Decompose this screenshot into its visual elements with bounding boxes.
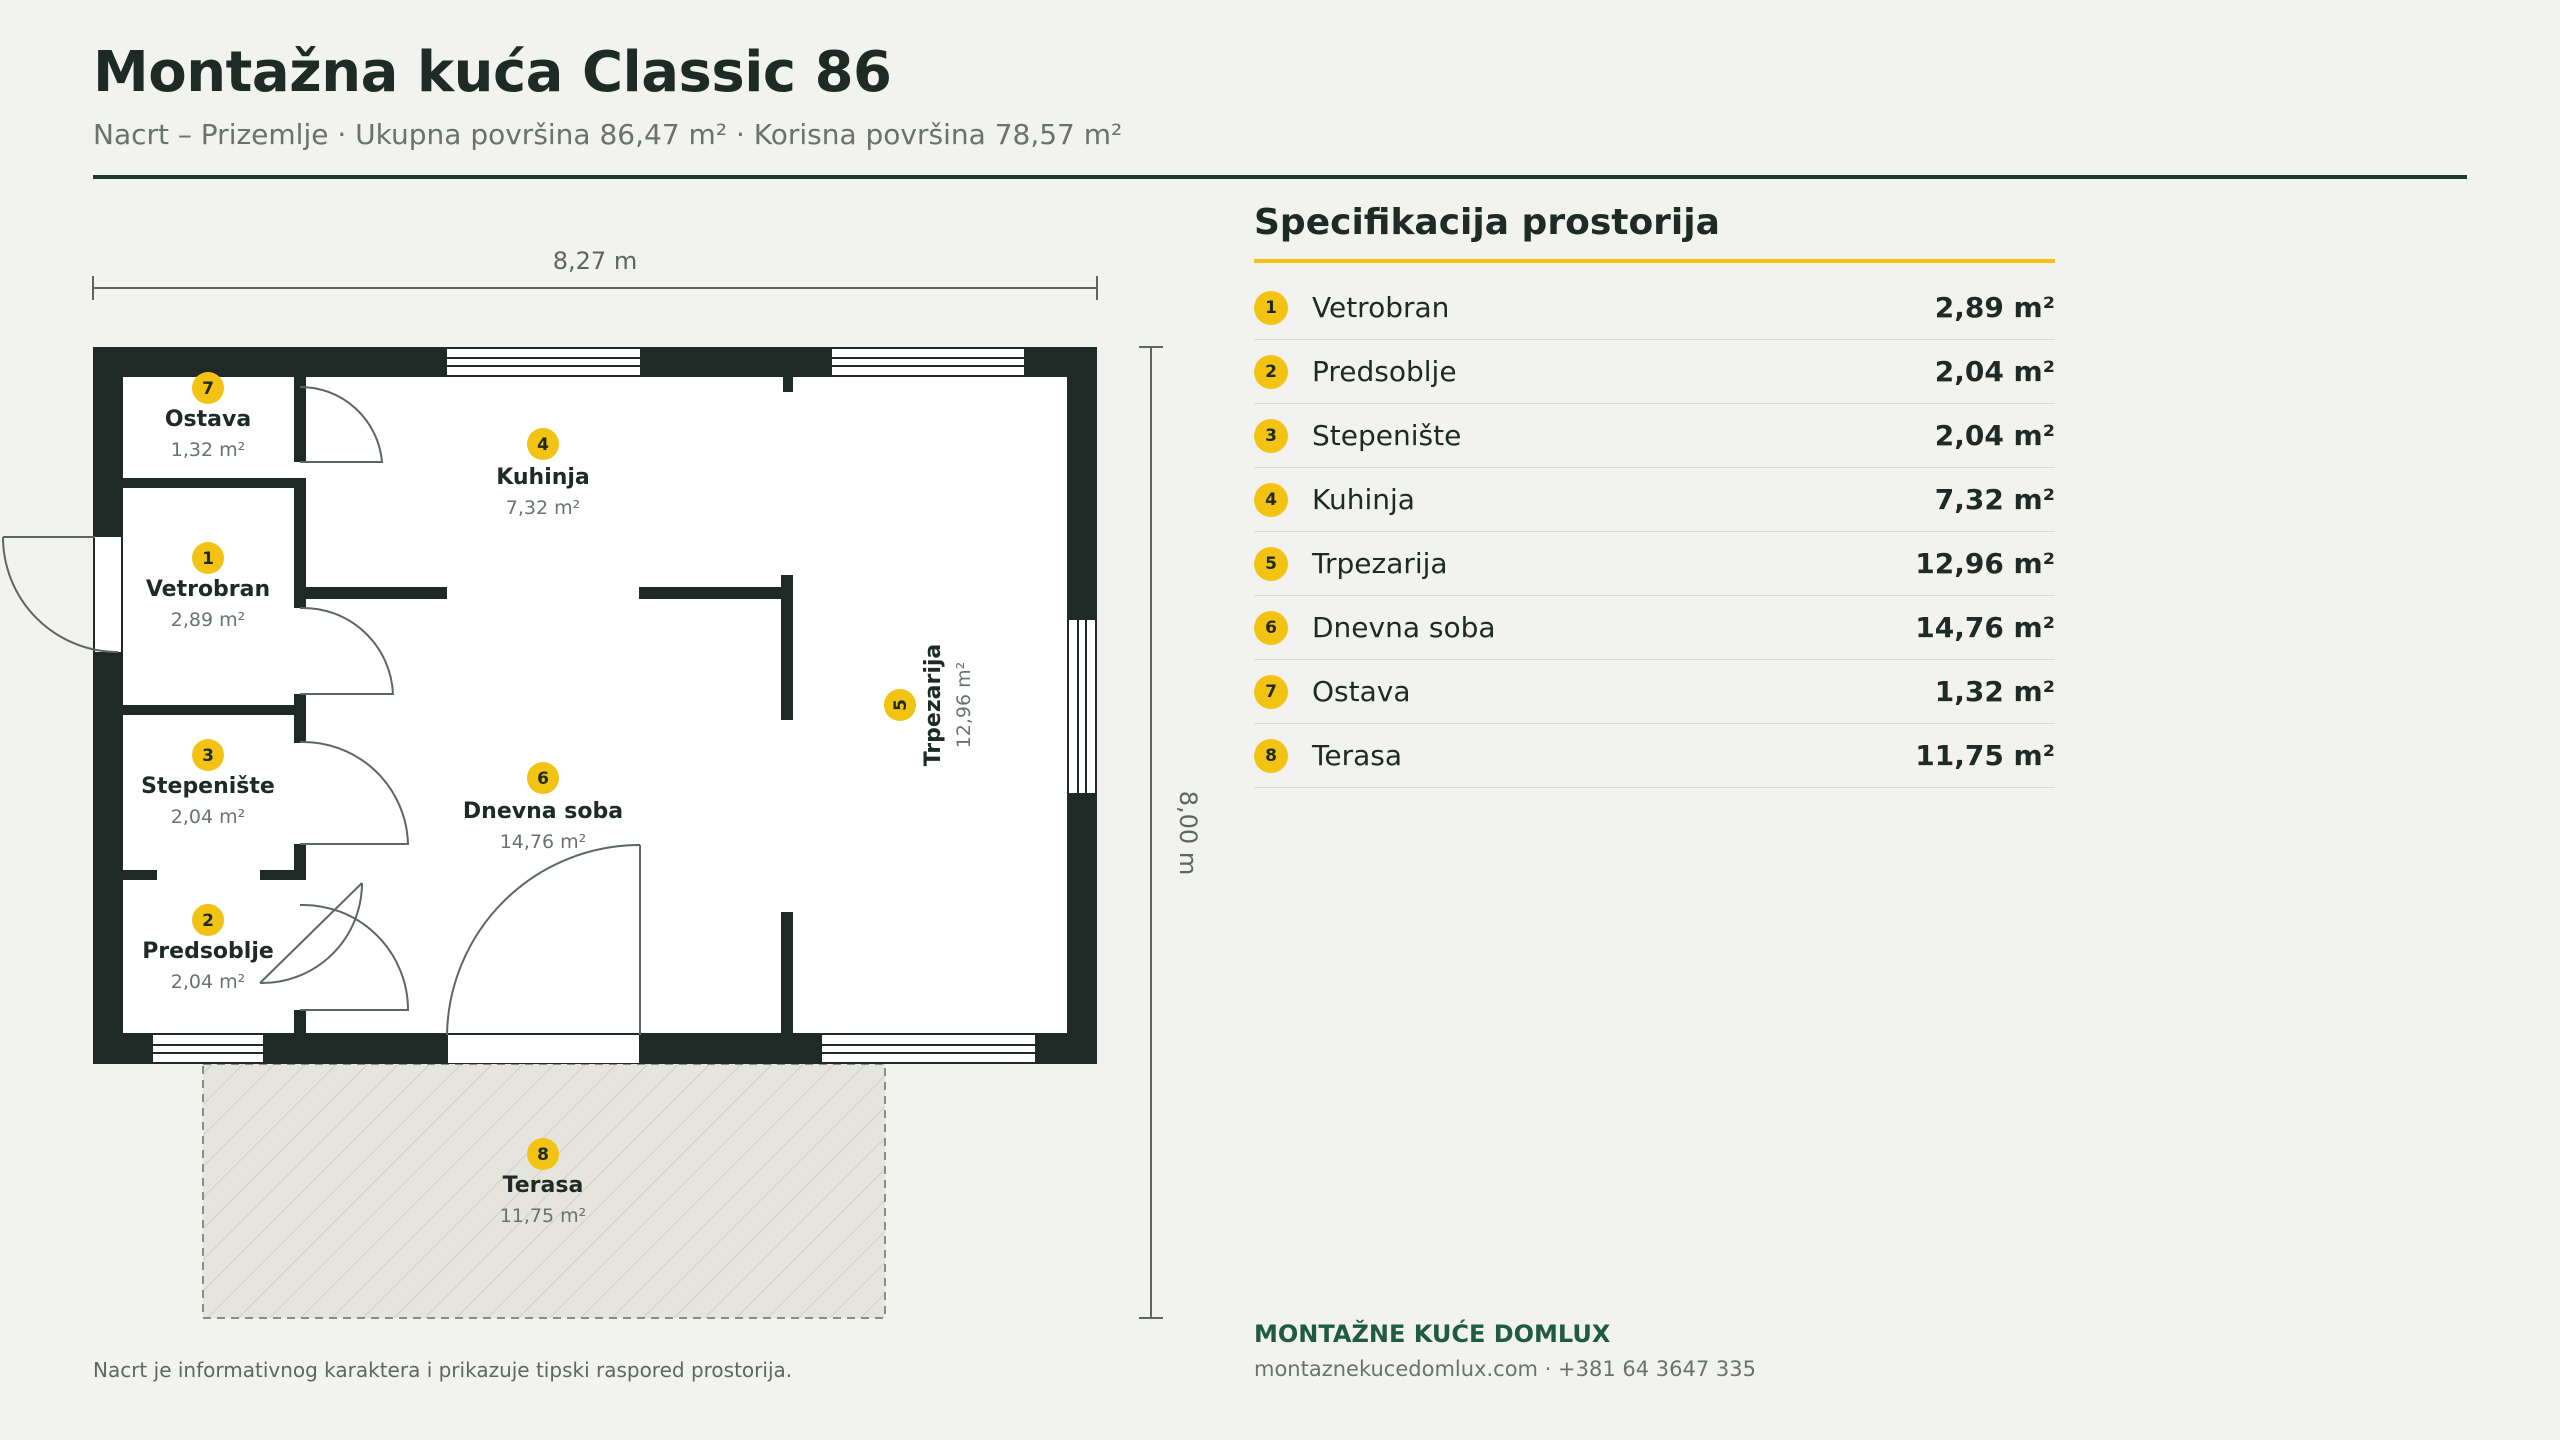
spec-room-area: 11,75 m² <box>1915 739 2055 772</box>
room-number: 2 <box>202 911 214 931</box>
room-number-badge: 5 <box>1254 546 1288 581</box>
room-name: Vetrobran <box>146 577 270 602</box>
room-number-badge: 2 <box>1254 354 1288 389</box>
room-name: Dnevna soba <box>463 799 623 824</box>
depth-dimension: 8,00 m <box>1139 346 1202 1319</box>
spec-room-name: Dnevna soba <box>1312 611 1496 644</box>
room-area: 1,32 m² <box>171 439 245 461</box>
spec-row: 6 Dnevna soba 14,76 m² <box>1254 596 2055 660</box>
spec-row: 1 Vetrobran 2,89 m² <box>1254 276 2055 340</box>
room-number: 7 <box>202 379 214 399</box>
spec-room-area: 2,04 m² <box>1934 355 2055 388</box>
room-area: 2,04 m² <box>171 971 245 993</box>
room-number: 8 <box>537 1145 549 1165</box>
spec-row: 3 Stepenište 2,04 m² <box>1254 404 2055 468</box>
spec-row: 2 Predsoblje 2,04 m² <box>1254 340 2055 404</box>
disclaimer-note: Nacrt je informativnog karaktera i prika… <box>93 1358 793 1382</box>
room-area: 14,76 m² <box>500 831 587 853</box>
room-number-badge: 1 <box>1254 290 1288 325</box>
spec-room-name: Ostava <box>1312 675 1411 708</box>
spec-room-name: Predsoblje <box>1312 355 1457 388</box>
room-area: 7,32 m² <box>506 497 580 519</box>
width-dimension: 8,27 m <box>92 247 1098 300</box>
room-number-badge: 3 <box>1254 418 1288 453</box>
depth-label: 8,00 m <box>1174 791 1202 875</box>
room-name: Terasa <box>503 1173 584 1198</box>
room-number: 6 <box>537 769 549 789</box>
room-number: 3 <box>202 746 214 766</box>
floor-plan: 8,27 m 8,00 m 7 Ostava 1,32 m² 1 Vetrobr… <box>2 247 1202 1319</box>
spec-title-underline <box>1254 259 2055 263</box>
spec-list: 1 Vetrobran 2,89 m² 2 Predsoblje 2,04 m²… <box>1254 276 2055 788</box>
room-name: Predsoblje <box>142 939 274 964</box>
spec-row: 8 Terasa 11,75 m² <box>1254 724 2055 788</box>
room-number: 1 <box>202 549 214 569</box>
spec-title: Specifikacija prostorija <box>1254 202 1720 243</box>
room-name: Trpezarija <box>921 644 946 767</box>
spec-room-area: 14,76 m² <box>1915 611 2055 644</box>
room-number-badge: 6 <box>1254 610 1288 645</box>
spec-row: 5 Trpezarija 12,96 m² <box>1254 532 2055 596</box>
width-label: 8,27 m <box>553 247 637 275</box>
room-name: Kuhinja <box>496 465 590 490</box>
room-area: 12,96 m² <box>953 662 975 749</box>
spec-room-name: Kuhinja <box>1312 483 1415 516</box>
spec-room-area: 1,32 m² <box>1934 675 2055 708</box>
spec-room-name: Vetrobran <box>1312 291 1450 324</box>
spec-row: 7 Ostava 1,32 m² <box>1254 660 2055 724</box>
room-area: 2,89 m² <box>171 609 245 631</box>
spec-room-area: 2,89 m² <box>1934 291 2055 324</box>
room-area: 11,75 m² <box>500 1205 587 1227</box>
spec-room-area: 12,96 m² <box>1915 547 2055 580</box>
room-number: 4 <box>537 435 549 455</box>
room-number: 5 <box>891 699 911 711</box>
brand-name: MONTAŽNE KUĆE DOMLUX <box>1254 1320 1611 1348</box>
spec-room-name: Stepenište <box>1312 419 1462 452</box>
spec-room-name: Terasa <box>1312 739 1402 772</box>
contact-info: montaznekucedomlux.com · +381 64 3647 33… <box>1254 1357 1756 1381</box>
room-number-badge: 4 <box>1254 482 1288 517</box>
room-number-badge: 7 <box>1254 674 1288 709</box>
room-area: 2,04 m² <box>171 806 245 828</box>
spec-room-area: 2,04 m² <box>1934 419 2055 452</box>
room-number-badge: 8 <box>1254 738 1288 773</box>
room-name: Ostava <box>165 407 251 432</box>
spec-room-area: 7,32 m² <box>1934 483 2055 516</box>
spec-room-name: Trpezarija <box>1312 547 1448 580</box>
room-name: Stepenište <box>141 774 275 799</box>
spec-row: 4 Kuhinja 7,32 m² <box>1254 468 2055 532</box>
